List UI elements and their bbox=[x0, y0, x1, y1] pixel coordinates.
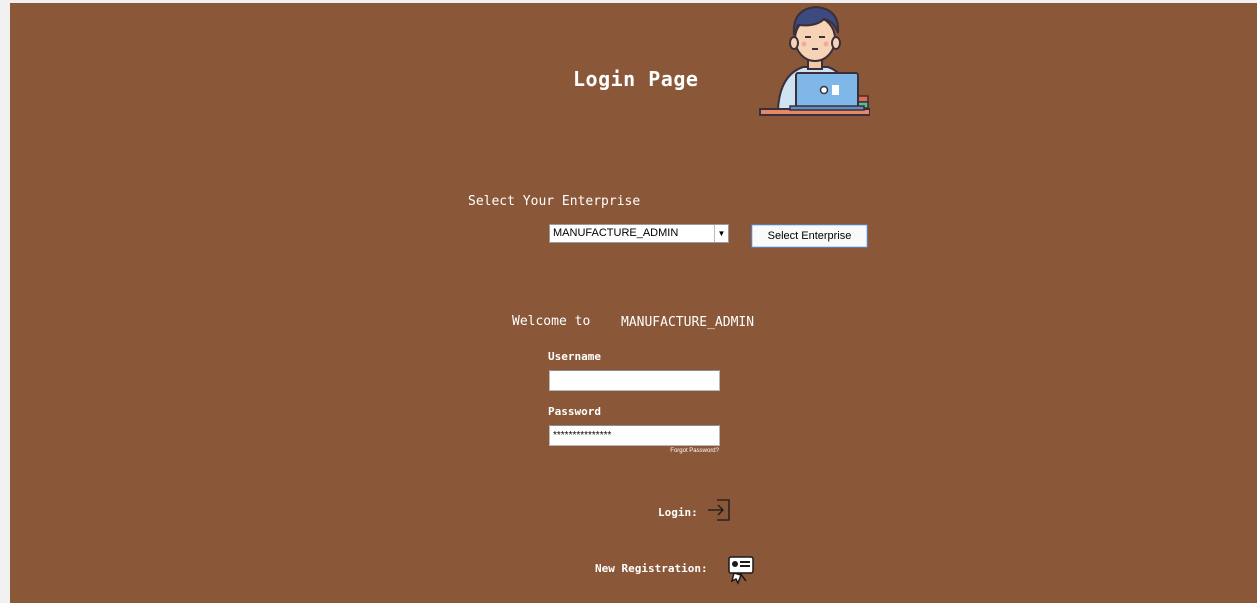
welcome-text: Welcome to bbox=[512, 314, 591, 329]
registration-card-icon[interactable] bbox=[726, 555, 756, 585]
page-title: Login Page bbox=[573, 67, 699, 91]
forgot-password-link[interactable]: Forgot Password? bbox=[650, 448, 719, 454]
username-label: Username bbox=[548, 350, 601, 363]
enterprise-select-value: MANUFACTURE_ADMIN bbox=[553, 227, 679, 239]
password-field[interactable]: *************** bbox=[549, 425, 720, 446]
select-enterprise-button[interactable]: Select Enterprise bbox=[751, 224, 868, 248]
person-at-laptop-icon bbox=[758, 3, 871, 121]
select-enterprise-label: Select Your Enterprise bbox=[468, 194, 641, 209]
welcome-enterprise-name: MANUFACTURE_ADMIN bbox=[621, 315, 755, 330]
chevron-down-icon[interactable]: ▼ bbox=[714, 225, 728, 242]
sign-in-icon[interactable] bbox=[707, 498, 731, 522]
enterprise-select[interactable]: MANUFACTURE_ADMIN ▼ bbox=[549, 224, 729, 243]
new-registration-label: New Registration: bbox=[595, 562, 708, 575]
password-label: Password bbox=[548, 405, 601, 418]
login-label: Login: bbox=[658, 506, 698, 519]
username-field[interactable] bbox=[549, 370, 720, 391]
login-panel: Login Page Select Your Enterprise MANUFA… bbox=[10, 3, 1257, 603]
